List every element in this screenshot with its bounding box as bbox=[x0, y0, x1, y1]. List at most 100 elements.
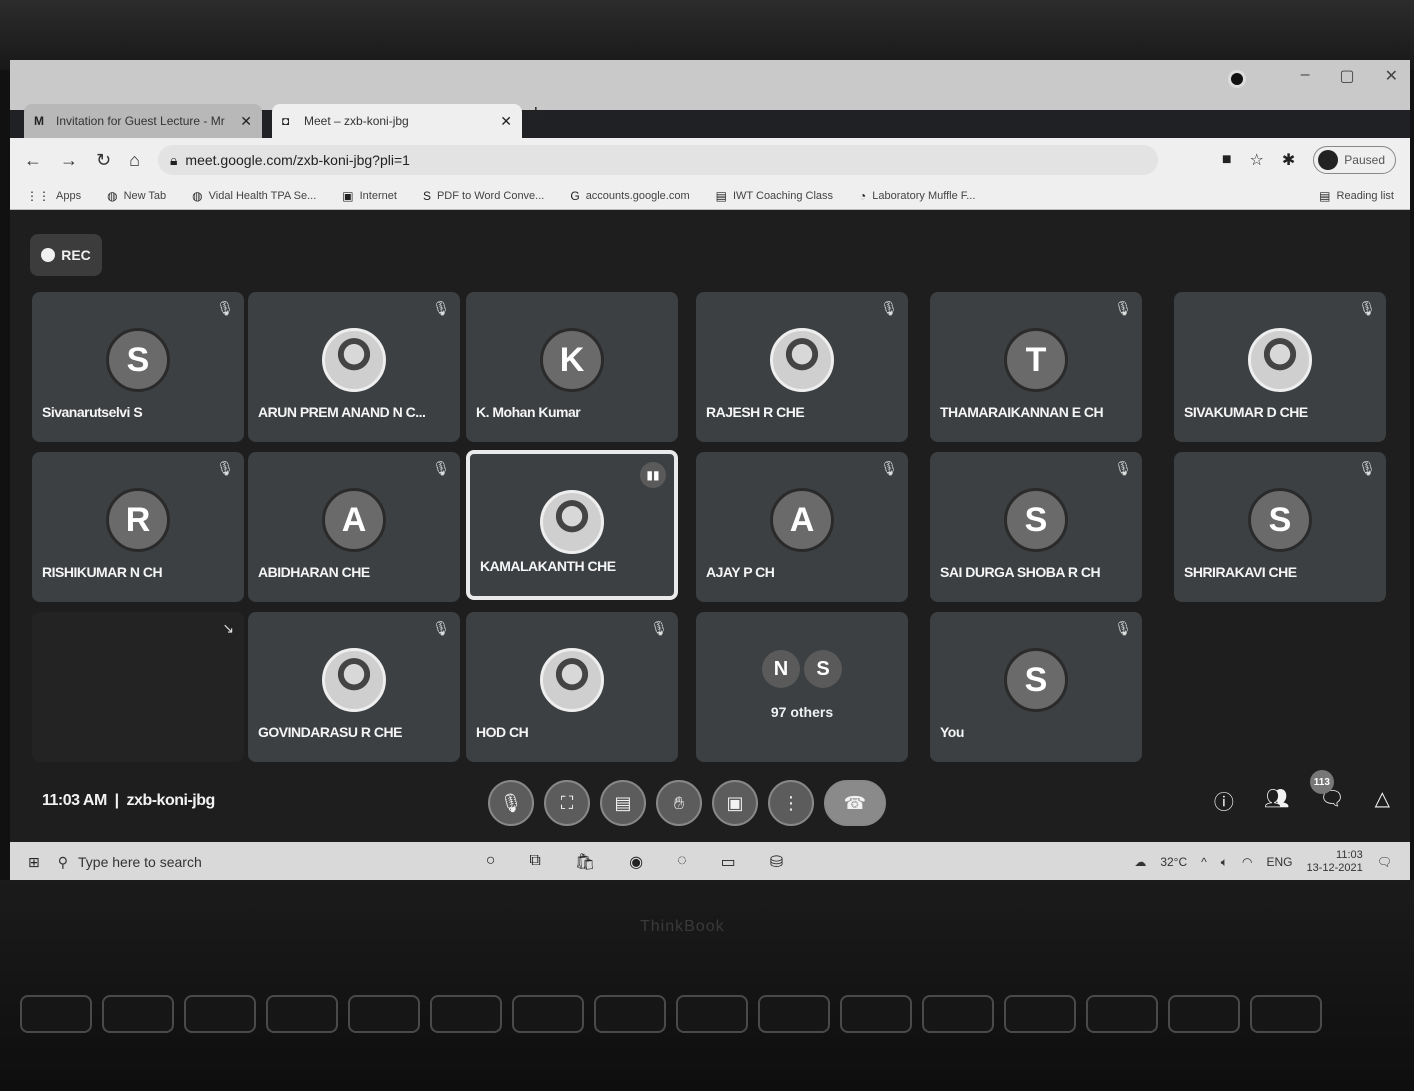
task-view-icon[interactable]: ⧉ bbox=[529, 852, 540, 872]
key bbox=[840, 995, 912, 1033]
participant-name: ARUN PREM ANAND N C... bbox=[258, 404, 426, 420]
participant-tile-empty[interactable]: ↘ bbox=[32, 612, 244, 762]
edge-icon[interactable]: ◌ bbox=[677, 852, 687, 872]
participant-tile[interactable]: 🎙︎ HOD CH bbox=[466, 612, 678, 762]
tab-title: Invitation for Guest Lecture - Mr bbox=[56, 114, 225, 128]
tab-gmail[interactable]: M Invitation for Guest Lecture - Mr ✕ bbox=[24, 104, 262, 138]
wifi-icon[interactable]: ◠ bbox=[1242, 855, 1252, 869]
mic-muted-icon: 🎙︎ bbox=[650, 620, 668, 636]
weather-icon[interactable]: ☁︎ bbox=[1134, 855, 1146, 869]
bookmark-apps[interactable]: ⋮⋮ Apps bbox=[26, 189, 81, 203]
present-icon[interactable]: ▣ bbox=[712, 780, 758, 826]
forward-icon[interactable]: → bbox=[60, 150, 78, 171]
bookmark-label: Laboratory Muffle F... bbox=[872, 189, 976, 202]
key bbox=[20, 995, 92, 1033]
participant-tile[interactable]: 🎙︎ R RISHIKUMAR N CH bbox=[32, 452, 244, 602]
reading-list-label: Reading list bbox=[1336, 189, 1394, 202]
participant-tile-active-speaker[interactable]: ▮▮ KAMALAKANTH CHE bbox=[466, 450, 678, 600]
speaker-icon[interactable]: 🔈︎ bbox=[1221, 855, 1228, 870]
notification-icon[interactable]: 🗨︎ bbox=[1377, 855, 1392, 869]
reload-icon[interactable]: ↻ bbox=[96, 150, 111, 171]
globe-icon: ◍ bbox=[192, 188, 203, 203]
chrome-icon[interactable]: ◉ bbox=[629, 852, 643, 872]
participant-tile[interactable]: 🎙︎ A AJAY P CH bbox=[696, 452, 908, 602]
participant-tile[interactable]: 🎙︎ GOVINDARASU R CHE bbox=[248, 612, 460, 762]
participant-tile[interactable]: 🎙︎ RAJESH R CHE bbox=[696, 292, 908, 442]
app-icon[interactable]: ⛁ bbox=[770, 852, 783, 872]
mic-muted-icon: 🎙︎ bbox=[432, 300, 450, 316]
participant-tile[interactable]: 🎙︎ SIVAKUMAR D CHE bbox=[1174, 292, 1386, 442]
mic-off-icon[interactable]: 🎙︎ bbox=[488, 780, 534, 826]
reading-list-icon: ▤ bbox=[1319, 188, 1331, 203]
maximize-icon[interactable]: ▢ bbox=[1339, 66, 1354, 86]
participant-tile[interactable]: K K. Mohan Kumar bbox=[466, 292, 678, 442]
profile-label: Paused bbox=[1344, 153, 1385, 167]
meeting-details: 11:03 AM | zxb-koni-jbg bbox=[42, 792, 215, 809]
participant-count-badge: 113 bbox=[1309, 770, 1334, 794]
key bbox=[512, 995, 584, 1033]
back-icon[interactable]: ← bbox=[24, 150, 42, 171]
raise-hand-icon[interactable]: ✋︎ bbox=[656, 780, 702, 826]
close-tab-icon[interactable]: ✕ bbox=[240, 113, 252, 130]
close-tab-icon[interactable]: ✕ bbox=[500, 113, 512, 130]
pin-icon: ↘ bbox=[222, 620, 234, 636]
hang-up-icon[interactable]: ☎︎ bbox=[824, 780, 886, 826]
file-explorer-icon[interactable]: ▭ bbox=[721, 852, 736, 872]
weather-temp[interactable]: 32°C bbox=[1160, 855, 1187, 869]
lock-icon[interactable]: 🔒︎ bbox=[170, 152, 177, 169]
avatar: S bbox=[106, 328, 170, 392]
taskbar-search[interactable]: ⚲ Type here to search bbox=[58, 854, 448, 871]
participant-tile[interactable]: 🎙︎ S Sivanarutselvi S bbox=[32, 292, 244, 442]
self-tile[interactable]: 🎙︎ S You bbox=[930, 612, 1142, 762]
bookmark-internet[interactable]: ▣ Internet bbox=[342, 189, 397, 203]
participant-tile[interactable]: 🎙︎ S SAI DURGA SHOBA R CH bbox=[930, 452, 1142, 602]
cortana-icon[interactable]: ○ bbox=[486, 852, 496, 872]
participant-tile[interactable]: 🎙︎ T THAMARAIKANNAN E CH bbox=[930, 292, 1142, 442]
others-tile[interactable]: N S 97 others bbox=[696, 612, 908, 762]
participant-tile[interactable]: 🎙︎ A ABIDHARAN CHE bbox=[248, 452, 460, 602]
minimize-icon[interactable]: – bbox=[1301, 66, 1310, 86]
extensions-icon[interactable]: ✱ bbox=[1282, 150, 1295, 170]
tab-meet[interactable]: ◘ Meet – zxb-koni-jbg ✕ bbox=[272, 104, 522, 138]
mic-muted-icon: 🎙︎ bbox=[216, 300, 234, 316]
home-icon[interactable]: ⌂ bbox=[129, 150, 140, 171]
others-count: 97 others bbox=[770, 704, 834, 720]
reading-list[interactable]: ▤ Reading list bbox=[1319, 189, 1394, 203]
camera-off-icon[interactable]: ⛶ bbox=[544, 780, 590, 826]
bookmark-new-tab[interactable]: ◍ New Tab bbox=[107, 189, 166, 203]
language-indicator[interactable]: ENG bbox=[1266, 855, 1292, 869]
bookmark-google-accounts[interactable]: Gaccounts.google.com bbox=[570, 189, 689, 203]
more-icon[interactable]: ⋮ bbox=[768, 780, 814, 826]
screen: – ▢ ✕ M Invitation for Guest Lecture - M… bbox=[10, 60, 1410, 882]
bookmark-vidal[interactable]: ◍ Vidal Health TPA Se... bbox=[192, 189, 316, 203]
url-text: meet.google.com/zxb-koni-jbg?pli=1 bbox=[185, 152, 410, 168]
new-tab-button[interactable]: + bbox=[530, 102, 542, 125]
participant-tile[interactable]: 🎙︎ S SHRIRAKAVI CHE bbox=[1174, 452, 1386, 602]
key bbox=[348, 995, 420, 1033]
bookmark-laboratory[interactable]: ◔ Laboratory Muffle F... bbox=[859, 189, 975, 203]
bookmark-pdf[interactable]: S PDF to Word Conve... bbox=[423, 189, 544, 203]
close-window-icon[interactable]: ✕ bbox=[1385, 66, 1398, 86]
avatar: K bbox=[540, 328, 604, 392]
store-icon[interactable]: 🛍︎ bbox=[575, 852, 595, 872]
key bbox=[1168, 995, 1240, 1033]
clock[interactable]: 11:03 13-12-2021 bbox=[1306, 849, 1362, 874]
bookmark-iwt[interactable]: ▤ IWT Coaching Class bbox=[716, 189, 833, 203]
chevron-up-icon[interactable]: ^ bbox=[1201, 855, 1207, 869]
participant-tile[interactable]: 🎙︎ ARUN PREM ANAND N C... bbox=[248, 292, 460, 442]
gmail-icon: M bbox=[34, 114, 44, 128]
people-icon[interactable]: 👥︎ 113 bbox=[1264, 770, 1334, 815]
info-icon[interactable]: ⓘ bbox=[1214, 786, 1234, 815]
profile-button[interactable]: Paused bbox=[1313, 146, 1396, 174]
star-icon[interactable]: ☆ bbox=[1250, 150, 1264, 170]
page-icon: ▤ bbox=[715, 188, 727, 203]
activities-icon[interactable]: △ bbox=[1375, 786, 1390, 815]
captions-icon[interactable]: ▤ bbox=[600, 780, 646, 826]
windows-start-icon[interactable]: ⊞ bbox=[28, 854, 40, 871]
mic-muted-icon: 🎙︎ bbox=[880, 460, 898, 476]
camera-permission-icon[interactable]: ■ bbox=[1222, 151, 1232, 169]
key bbox=[430, 995, 502, 1033]
address-bar[interactable]: 🔒︎ meet.google.com/zxb-koni-jbg?pli=1 bbox=[157, 145, 1158, 175]
clock-time: 11:03 bbox=[1336, 849, 1363, 862]
key bbox=[922, 995, 994, 1033]
